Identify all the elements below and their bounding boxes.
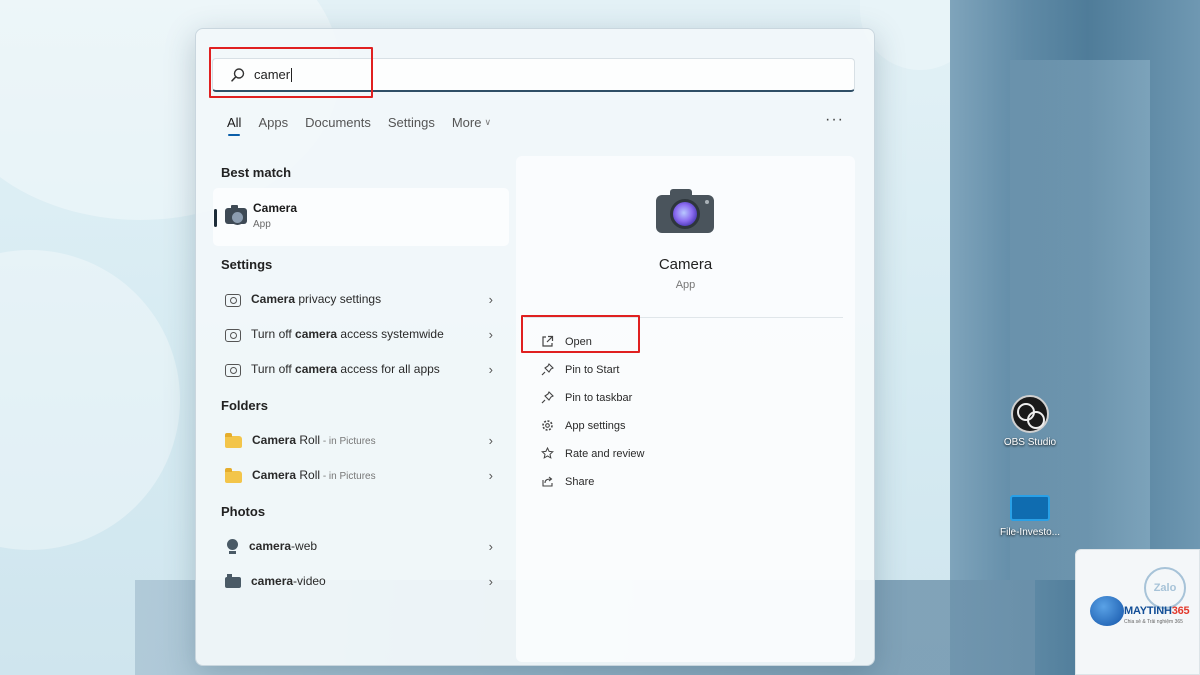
desktop-icon-file[interactable]: File-Investo...: [990, 495, 1070, 538]
settings-heading: Settings: [221, 257, 273, 272]
search-panel: camer All Apps Documents Settings More ∨…: [195, 28, 875, 666]
chevron-down-icon: ∨: [484, 117, 492, 127]
desktop-icon-label: File-Investo...: [999, 527, 1061, 538]
tab-settings[interactable]: Settings: [388, 115, 435, 130]
best-match-item[interactable]: Camera App: [213, 188, 509, 246]
tab-apps[interactable]: Apps: [258, 115, 288, 130]
desktop-icon-label: OBS Studio: [1003, 437, 1057, 448]
camera-settings-icon: [225, 293, 241, 307]
best-match-title: Camera: [253, 201, 298, 215]
result-label: Camera Roll - in Pictures: [252, 468, 376, 482]
zalo-logo: Zalo: [1144, 567, 1186, 609]
chevron-right-icon: ›: [488, 467, 493, 483]
tab-more-label: More: [451, 115, 482, 130]
preview-title: Camera: [658, 256, 713, 273]
webcam-icon: [225, 539, 239, 554]
photo-result-camera-video[interactable]: camera-video ›: [225, 568, 493, 594]
pin-to-taskbar-button[interactable]: Pin to taskbar: [540, 387, 632, 409]
result-label: Camera privacy settings: [251, 292, 382, 306]
folder-icon: [225, 432, 242, 448]
photos-heading: Photos: [221, 504, 266, 519]
action-label: Share: [565, 476, 595, 488]
result-label: camera-web: [249, 539, 318, 553]
action-label: Pin to taskbar: [565, 392, 633, 404]
chevron-right-icon: ›: [488, 432, 493, 448]
filter-tabs: All Apps Documents Settings More ∨: [227, 115, 508, 136]
rate-and-review-button[interactable]: Rate and review: [540, 443, 645, 465]
globe-icon: [1090, 596, 1124, 626]
tab-all[interactable]: All: [227, 115, 241, 136]
settings-result-camera-systemwide[interactable]: Turn off camera access systemwide ›: [225, 321, 493, 347]
action-label: Pin to Start: [565, 364, 620, 376]
obs-studio-icon: [1011, 395, 1049, 433]
share-icon: [540, 475, 554, 489]
settings-result-camera-all-apps[interactable]: Turn off camera access for all apps ›: [225, 356, 493, 382]
app-preview-pane: Camera App Open Pin to Start Pin to task…: [516, 156, 855, 662]
search-highlight-box: [209, 47, 373, 98]
watermark-logo: Zalo MAYTINH365 Chia sẻ & Trải nghiệm 36…: [1075, 549, 1200, 675]
best-match-heading: Best match: [221, 165, 292, 180]
selection-indicator: [214, 209, 217, 227]
action-label: App settings: [565, 420, 626, 432]
brand-name: MAYTINH365: [1124, 605, 1190, 617]
folders-heading: Folders: [221, 398, 268, 413]
chevron-right-icon: ›: [488, 361, 493, 377]
camera-app-icon: [225, 205, 247, 225]
monitor-icon: [1010, 495, 1050, 521]
settings-result-camera-privacy[interactable]: Camera privacy settings ›: [225, 286, 493, 312]
open-highlight-box: [521, 315, 640, 353]
camera-settings-icon: [225, 363, 241, 377]
pin-icon: [540, 363, 554, 377]
folder-result-camera-roll[interactable]: Camera Roll - in Pictures ›: [225, 462, 493, 488]
action-label: Rate and review: [565, 448, 645, 460]
chevron-right-icon: ›: [488, 291, 493, 307]
pin-icon: [540, 391, 554, 405]
brand-tagline: Chia sẻ & Trải nghiệm 365: [1124, 619, 1183, 625]
photo-result-camera-web[interactable]: camera-web ›: [225, 533, 493, 559]
more-options-button[interactable]: ···: [825, 111, 844, 129]
gear-icon: [540, 419, 554, 433]
camera-settings-icon: [225, 328, 241, 342]
pin-to-start-button[interactable]: Pin to Start: [540, 359, 619, 381]
app-settings-button[interactable]: App settings: [540, 415, 626, 437]
video-camera-icon: [225, 573, 241, 588]
tab-more[interactable]: More ∨: [452, 115, 491, 130]
result-label: Turn off camera access for all apps: [251, 362, 440, 376]
chevron-right-icon: ›: [488, 538, 493, 554]
folder-icon: [225, 467, 242, 483]
star-icon: [540, 446, 554, 461]
best-match-subtitle: App: [253, 219, 271, 230]
share-button[interactable]: Share: [540, 471, 594, 493]
camera-app-icon: [656, 189, 714, 233]
preview-subtitle: App: [675, 279, 696, 291]
chevron-right-icon: ›: [488, 326, 493, 342]
result-label: Turn off camera access systemwide: [251, 327, 444, 341]
tab-documents[interactable]: Documents: [305, 115, 371, 130]
folder-result-camera-roll[interactable]: Camera Roll - in Pictures ›: [225, 427, 493, 453]
result-label: camera-video: [251, 574, 326, 588]
result-label: Camera Roll - in Pictures: [252, 433, 376, 447]
desktop-icon-obs-studio[interactable]: OBS Studio: [990, 395, 1070, 448]
chevron-right-icon: ›: [488, 573, 493, 589]
